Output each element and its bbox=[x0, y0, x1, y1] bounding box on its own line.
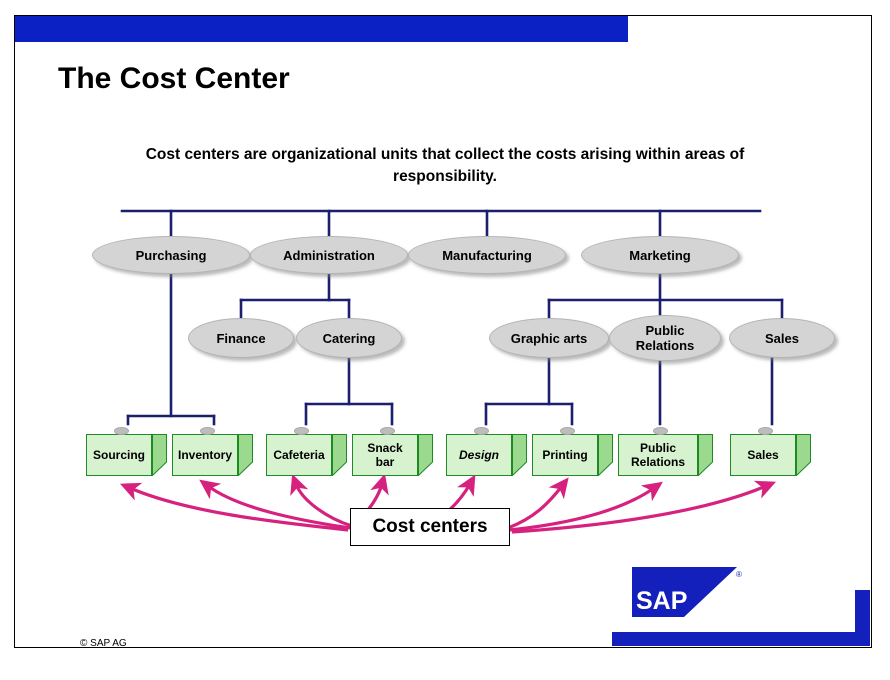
cube-knob-icon bbox=[114, 427, 129, 435]
org-node-label: Catering bbox=[322, 330, 376, 346]
cube-front-face: Printing bbox=[532, 434, 598, 476]
footer-blue-bar bbox=[612, 632, 870, 646]
cube-front-face: Snack bar bbox=[352, 434, 418, 476]
org-node-label: Graphic arts bbox=[510, 330, 588, 346]
sap-logo-text: SAP bbox=[636, 587, 687, 615]
cube-knob-icon bbox=[758, 427, 773, 435]
cost-center-label: Sales bbox=[747, 448, 779, 462]
cube-knob-icon bbox=[560, 427, 575, 435]
cost-centers-callout: Cost centers bbox=[350, 508, 510, 546]
org-node-manufacturing[interactable]: Manufacturing bbox=[408, 236, 566, 274]
cost-center-label: Inventory bbox=[177, 448, 232, 462]
slide-canvas: The Cost Center Cost centers are organiz… bbox=[0, 0, 890, 680]
org-node-sales[interactable]: Sales bbox=[729, 318, 835, 358]
org-node-label: Finance bbox=[216, 330, 266, 346]
org-node-catering[interactable]: Catering bbox=[296, 318, 402, 358]
org-node-graphic-arts[interactable]: Graphic arts bbox=[489, 318, 609, 358]
org-node-finance[interactable]: Finance bbox=[188, 318, 294, 358]
cube-knob-icon bbox=[294, 427, 309, 435]
cube-knob-icon bbox=[653, 427, 668, 435]
cube-front-face: Inventory bbox=[172, 434, 238, 476]
cost-center-label: Public Relations bbox=[630, 441, 685, 469]
cube-front-face: Design bbox=[446, 434, 512, 476]
org-node-purchasing[interactable]: Purchasing bbox=[92, 236, 250, 274]
sap-logo-trademark-icon: ® bbox=[736, 570, 742, 579]
cube-knob-icon bbox=[380, 427, 395, 435]
cube-front-face: Public Relations bbox=[618, 434, 698, 476]
cost-center-label: Design bbox=[458, 448, 499, 462]
cube-side-face bbox=[418, 434, 433, 476]
cube-side-face bbox=[238, 434, 253, 476]
cube-knob-icon bbox=[200, 427, 215, 435]
org-node-marketing[interactable]: Marketing bbox=[581, 236, 739, 274]
cube-side-face bbox=[598, 434, 613, 476]
cost-center-label: Sourcing bbox=[92, 448, 145, 462]
cube-side-face bbox=[152, 434, 167, 476]
org-node-label: Sales bbox=[765, 330, 799, 346]
org-node-administration[interactable]: Administration bbox=[250, 236, 408, 274]
cube-front-face: Cafeteria bbox=[266, 434, 332, 476]
cube-side-face bbox=[698, 434, 713, 476]
cube-side-face bbox=[332, 434, 347, 476]
org-node-label: Marketing bbox=[629, 247, 691, 263]
cost-center-label: Printing bbox=[542, 448, 588, 462]
org-node-label: Administration bbox=[283, 247, 375, 263]
cube-front-face: Sourcing bbox=[86, 434, 152, 476]
cube-knob-icon bbox=[474, 427, 489, 435]
org-node-public-relations[interactable]: Public Relations bbox=[609, 315, 721, 361]
cube-side-face bbox=[796, 434, 811, 476]
org-node-label: Manufacturing bbox=[442, 247, 532, 263]
org-node-label: Purchasing bbox=[135, 247, 207, 263]
cube-front-face: Sales bbox=[730, 434, 796, 476]
sap-logo: SAP ® bbox=[632, 567, 742, 617]
cube-side-face bbox=[512, 434, 527, 476]
org-node-label: Public Relations bbox=[635, 323, 695, 353]
cost-center-label: Cafeteria bbox=[273, 448, 325, 462]
callout-label: Cost centers bbox=[372, 516, 488, 537]
footer-bar-riser bbox=[855, 590, 870, 634]
copyright-text: © SAP AG bbox=[80, 638, 127, 649]
cost-center-label: Snack bar bbox=[367, 441, 403, 469]
